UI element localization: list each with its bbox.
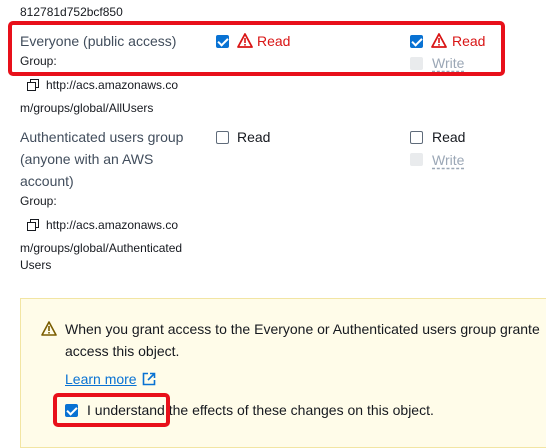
object-acl-read-label: Read <box>432 129 466 145</box>
group-uri-line: http://acs.amazonaws.co <box>46 78 179 92</box>
object-acl-write-checkbox <box>410 153 423 166</box>
group-label: Group: <box>20 194 57 208</box>
warning-message-line: access this object. <box>65 343 180 359</box>
copy-icon[interactable] <box>27 219 39 231</box>
object-read-checkbox[interactable] <box>216 131 229 144</box>
group-uri-line: http://acs.amazonaws.co <box>46 218 179 232</box>
learn-more-label[interactable]: Learn more <box>65 371 137 387</box>
annotation-highlight-acknowledge <box>53 393 170 427</box>
group-uri-line: Users <box>20 258 52 272</box>
grantee-name: account) <box>20 173 74 189</box>
group-uri-line: m/groups/global/AllUsers <box>20 101 154 115</box>
external-link-icon <box>142 372 156 386</box>
annotation-highlight-everyone <box>8 21 505 76</box>
warning-icon <box>41 321 57 336</box>
acknowledge-label-rest: the effects of these changes on this obj… <box>164 402 434 418</box>
canonical-id-tail: 812781d752bcf850 <box>20 5 123 19</box>
object-acl-read-checkbox[interactable] <box>410 131 423 144</box>
object-acl-write-label: Write <box>432 152 465 168</box>
group-uri-line: m/groups/global/Authenticated <box>20 241 183 255</box>
warning-message-line: When you grant access to the Everyone or… <box>65 321 540 337</box>
object-read-label: Read <box>237 129 271 145</box>
learn-more-link[interactable]: Learn more <box>65 371 156 387</box>
copy-icon[interactable] <box>27 79 39 91</box>
